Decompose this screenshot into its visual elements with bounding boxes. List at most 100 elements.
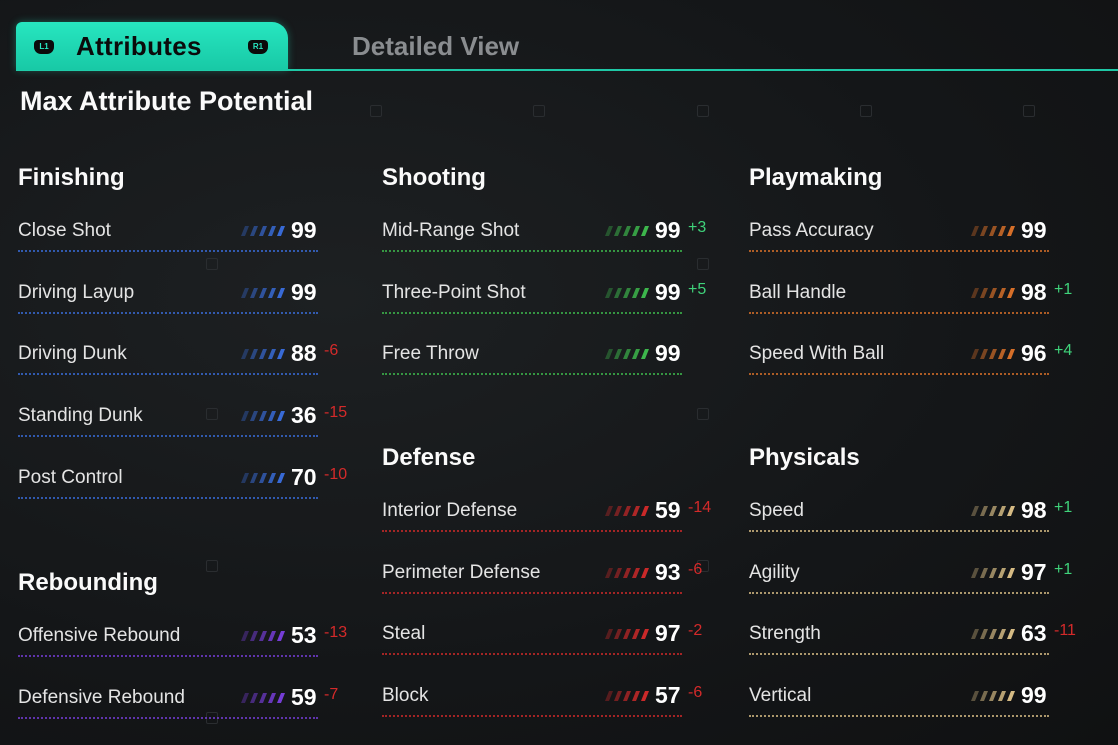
rating-stripes-icon <box>241 349 285 360</box>
row-divider <box>749 715 1049 718</box>
tab-detailed-view[interactable]: Detailed View <box>352 31 519 62</box>
stripe-mark <box>259 287 267 298</box>
attribute-value: 96 <box>1021 340 1047 367</box>
background-grid-mark <box>533 105 545 117</box>
attribute-delta: +1 <box>1054 560 1073 578</box>
attribute-delta: +1 <box>1054 499 1073 516</box>
stripe-mark <box>971 506 979 516</box>
rating-stripes-icon <box>605 287 649 298</box>
rating-stripes-icon <box>971 287 1015 298</box>
rating-stripes-icon <box>605 226 649 236</box>
attribute-name: Free Throw <box>382 343 479 365</box>
stripe-mark <box>971 287 979 298</box>
stripe-mark <box>614 629 622 640</box>
stripe-mark <box>259 472 267 483</box>
stripe-mark <box>1007 691 1015 702</box>
attribute-row-finishing[interactable]: Post Control 70 -10 <box>18 463 347 500</box>
attribute-row-playmaking[interactable]: Pass Accuracy 99 <box>749 217 1049 253</box>
attribute-row-playmaking[interactable]: Ball Handle 98 +1 <box>749 279 1072 315</box>
attribute-value: 98 <box>1021 497 1047 523</box>
rating-stripes-icon <box>971 506 1015 516</box>
stripe-mark <box>989 287 997 298</box>
attribute-row-defense[interactable]: Steal 97 -2 <box>382 620 702 656</box>
attribute-value: 53 <box>291 622 317 648</box>
attribute-row-shooting[interactable]: Free Throw 99 <box>382 340 682 376</box>
stripe-mark <box>623 506 631 516</box>
attribute-row-shooting[interactable]: Mid-Range Shot 99 +3 <box>382 217 706 253</box>
row-divider <box>382 373 682 376</box>
attribute-row-physicals[interactable]: Strength 63 -11 <box>749 620 1076 656</box>
attribute-row-finishing[interactable]: Standing Dunk 36 -15 <box>18 402 347 438</box>
attribute-row-rebounding[interactable]: Defensive Rebound 59 -7 <box>18 684 338 720</box>
stripe-mark <box>623 349 631 360</box>
stripe-mark <box>250 287 258 298</box>
row-divider <box>18 435 318 438</box>
attribute-row-rebounding[interactable]: Offensive Rebound 53 -13 <box>18 622 347 658</box>
attribute-name: Standing Dunk <box>18 405 143 427</box>
page-title: Max Attribute Potential <box>20 86 314 116</box>
attribute-row-physicals[interactable]: Speed 98 +1 <box>749 497 1072 533</box>
stripe-mark <box>605 506 613 516</box>
attribute-row-physicals[interactable]: Agility 97 +1 <box>749 559 1072 595</box>
background-grid-mark <box>860 105 872 117</box>
attribute-value: 88 <box>291 340 317 367</box>
stripe-mark <box>241 411 249 422</box>
stripe-mark <box>268 287 276 298</box>
stripe-mark <box>277 411 285 422</box>
stripe-mark <box>241 287 249 298</box>
background-grid-mark <box>697 258 709 270</box>
stripe-mark <box>268 349 276 360</box>
section-title-shooting: Shooting <box>382 164 486 191</box>
attribute-row-finishing[interactable]: Driving Layup 99 <box>18 278 318 315</box>
background-grid-mark <box>370 105 382 117</box>
stripe-mark <box>614 691 622 702</box>
attribute-row-defense[interactable]: Perimeter Defense 93 -6 <box>382 559 702 595</box>
attribute-row-playmaking[interactable]: Speed With Ball 96 +4 <box>749 340 1072 376</box>
background-grid-mark <box>697 105 709 117</box>
tab-attributes[interactable]: L1 Attributes R1 <box>16 22 288 70</box>
attribute-value: 99 <box>291 217 317 243</box>
attribute-row-shooting[interactable]: Three-Point Shot 99 +5 <box>382 279 706 315</box>
attribute-name: Speed With Ball <box>749 343 885 365</box>
attribute-name: Driving Dunk <box>18 343 127 365</box>
rating-stripes-icon <box>971 567 1015 578</box>
stripe-mark <box>277 692 285 703</box>
stripe-mark <box>1007 567 1015 578</box>
attribute-delta: +4 <box>1054 342 1073 360</box>
l1-button-icon[interactable]: L1 <box>34 40 54 54</box>
rating-stripes-icon <box>605 567 649 578</box>
attribute-row-finishing[interactable]: Close Shot 99 <box>18 217 318 253</box>
attribute-row-finishing[interactable]: Driving Dunk 88 -6 <box>18 340 338 376</box>
attribute-delta: +5 <box>688 280 707 298</box>
stripe-mark <box>614 506 622 516</box>
attribute-value: 70 <box>291 463 317 490</box>
row-divider <box>749 530 1049 532</box>
attribute-row-physicals[interactable]: Vertical 99 <box>749 682 1049 718</box>
stripe-mark <box>250 631 258 641</box>
stripe-mark <box>250 349 258 360</box>
attribute-row-defense[interactable]: Block 57 -6 <box>382 682 702 718</box>
stripe-mark <box>1007 349 1015 360</box>
attribute-value: 99 <box>291 278 317 305</box>
stripe-mark <box>605 691 613 702</box>
stripe-mark <box>250 692 258 703</box>
background-grid-mark <box>206 258 218 270</box>
stripe-mark <box>623 226 631 236</box>
stripe-mark <box>980 349 988 360</box>
attribute-name: Offensive Rebound <box>18 625 181 646</box>
stripe-mark <box>632 691 640 702</box>
attribute-row-defense[interactable]: Interior Defense 59 -14 <box>382 497 711 533</box>
rating-stripes-icon <box>605 691 649 702</box>
stripe-mark <box>998 349 1006 360</box>
stripe-mark <box>250 411 258 422</box>
row-divider <box>382 250 682 252</box>
r1-button-icon[interactable]: R1 <box>248 40 268 54</box>
row-divider <box>749 311 1049 314</box>
stripe-mark <box>259 631 267 641</box>
attribute-delta: -2 <box>688 622 703 640</box>
stripe-mark <box>641 287 649 298</box>
stripe-mark <box>268 692 276 703</box>
attribute-name: Vertical <box>749 685 812 707</box>
row-divider <box>382 715 682 718</box>
section-title-rebounding: Rebounding <box>18 569 158 596</box>
